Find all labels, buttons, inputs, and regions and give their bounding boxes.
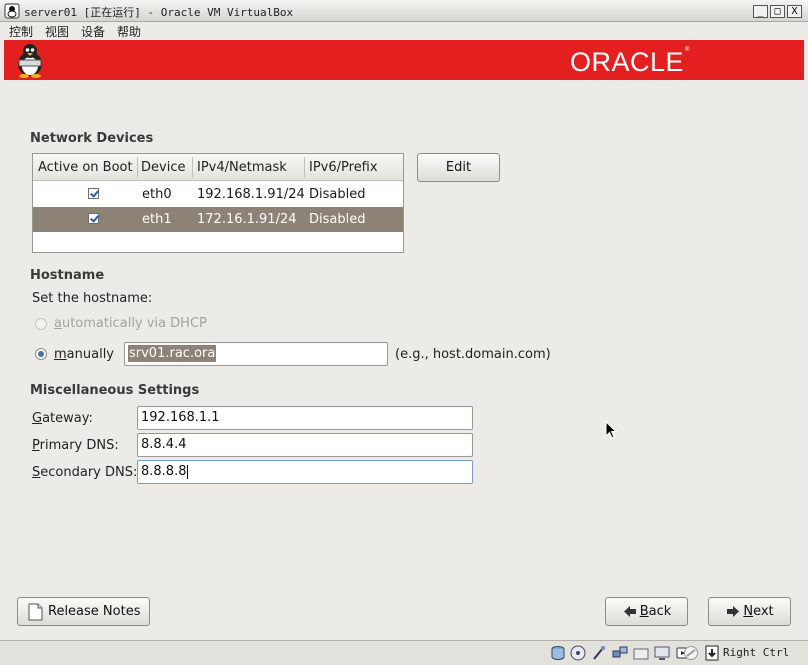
table-header: Active on Boot Device IPv4/Netmask IPv6/… <box>33 154 403 181</box>
active-on-boot-checkbox[interactable] <box>88 213 99 224</box>
menu-view[interactable]: 视图 <box>45 23 69 40</box>
header-ipv4[interactable]: IPv4/Netmask <box>197 160 287 175</box>
display-icon[interactable] <box>654 645 670 661</box>
oracle-logo: ORACLE® <box>570 47 690 77</box>
manual-radio[interactable] <box>35 348 47 360</box>
device-cell: eth0 <box>142 187 172 202</box>
hard-disk-icon[interactable] <box>550 645 566 661</box>
network-devices-table[interactable]: Active on Boot Device IPv4/Netmask IPv6/… <box>32 153 404 253</box>
document-icon <box>28 603 43 621</box>
ipv6-cell: Disabled <box>309 187 366 202</box>
secondary-dns-input[interactable]: 8.8.8.8 <box>137 460 473 484</box>
hostname-heading: Hostname <box>30 268 105 283</box>
optical-drive-icon[interactable] <box>570 645 586 661</box>
hostname-input[interactable]: srv01.rac.ora <box>124 342 388 366</box>
window-titlebar: server01 [正在运行] - Oracle VM VirtualBox _… <box>0 0 808 22</box>
back-button[interactable]: Back <box>605 597 688 626</box>
active-on-boot-checkbox[interactable] <box>88 188 99 199</box>
ipv4-cell: 192.168.1.91/24 <box>197 187 305 202</box>
table-row[interactable]: eth0 192.168.1.91/24 Disabled <box>33 182 403 207</box>
manual-radio-label[interactable]: manually <box>54 347 114 362</box>
ipv4-cell: 172.16.1.91/24 <box>197 212 297 227</box>
arrow-right-icon <box>727 606 739 617</box>
device-cell: eth1 <box>142 212 172 227</box>
virtualbox-app-icon <box>4 3 20 19</box>
hostname-prompt: Set the hostname: <box>32 291 153 306</box>
text-caret <box>187 464 189 479</box>
network-adapter-icon[interactable] <box>612 645 628 661</box>
header-device[interactable]: Device <box>141 160 185 175</box>
menubar: 控制 视图 设备 帮助 <box>0 22 808 40</box>
dhcp-radio-label[interactable]: automatically via DHCP <box>54 316 207 331</box>
primary-dns-input[interactable]: 8.8.4.4 <box>137 433 473 457</box>
misc-settings-heading: Miscellaneous Settings <box>30 383 200 398</box>
shared-folder-icon[interactable] <box>633 645 649 661</box>
mouse-pointer-icon <box>605 421 617 439</box>
table-row-selected[interactable]: eth1 172.16.1.91/24 Disabled <box>33 207 403 232</box>
ipv6-cell: Disabled <box>309 212 366 227</box>
minimize-button[interactable]: _ <box>753 5 768 18</box>
tux-penguin-icon <box>18 44 42 78</box>
network-devices-heading: Network Devices <box>30 131 154 146</box>
primary-dns-label: Primary DNS: <box>32 438 119 453</box>
virtualization-icon[interactable] <box>683 645 699 661</box>
secondary-dns-label: Secondary DNS: <box>32 465 138 480</box>
hostname-example: (e.g., host.domain.com) <box>395 347 551 362</box>
maximize-button[interactable]: □ <box>770 5 785 18</box>
menu-control[interactable]: 控制 <box>9 23 33 40</box>
edit-button[interactable]: Edit <box>417 153 500 182</box>
header-ipv6[interactable]: IPv6/Prefix <box>309 160 378 175</box>
close-button[interactable]: X <box>787 5 802 18</box>
vm-statusbar: Right Ctrl <box>0 640 808 665</box>
menu-devices[interactable]: 设备 <box>81 23 105 40</box>
gateway-label: Gateway: <box>32 411 93 426</box>
usb-icon[interactable] <box>591 645 607 661</box>
menu-help[interactable]: 帮助 <box>117 23 141 40</box>
dhcp-radio[interactable] <box>35 318 47 330</box>
gateway-input[interactable]: 192.168.1.1 <box>137 406 473 430</box>
installer-banner: ORACLE® <box>4 40 804 80</box>
header-active-on-boot[interactable]: Active on Boot <box>38 160 133 175</box>
host-key-label: Right Ctrl <box>723 646 790 659</box>
next-button[interactable]: Next <box>708 597 791 626</box>
window-title: server01 [正在运行] - Oracle VM VirtualBox <box>24 6 294 19</box>
release-notes-button[interactable]: Release Notes <box>17 597 150 626</box>
arrow-left-icon <box>624 606 636 617</box>
host-key-icon[interactable] <box>704 645 720 661</box>
